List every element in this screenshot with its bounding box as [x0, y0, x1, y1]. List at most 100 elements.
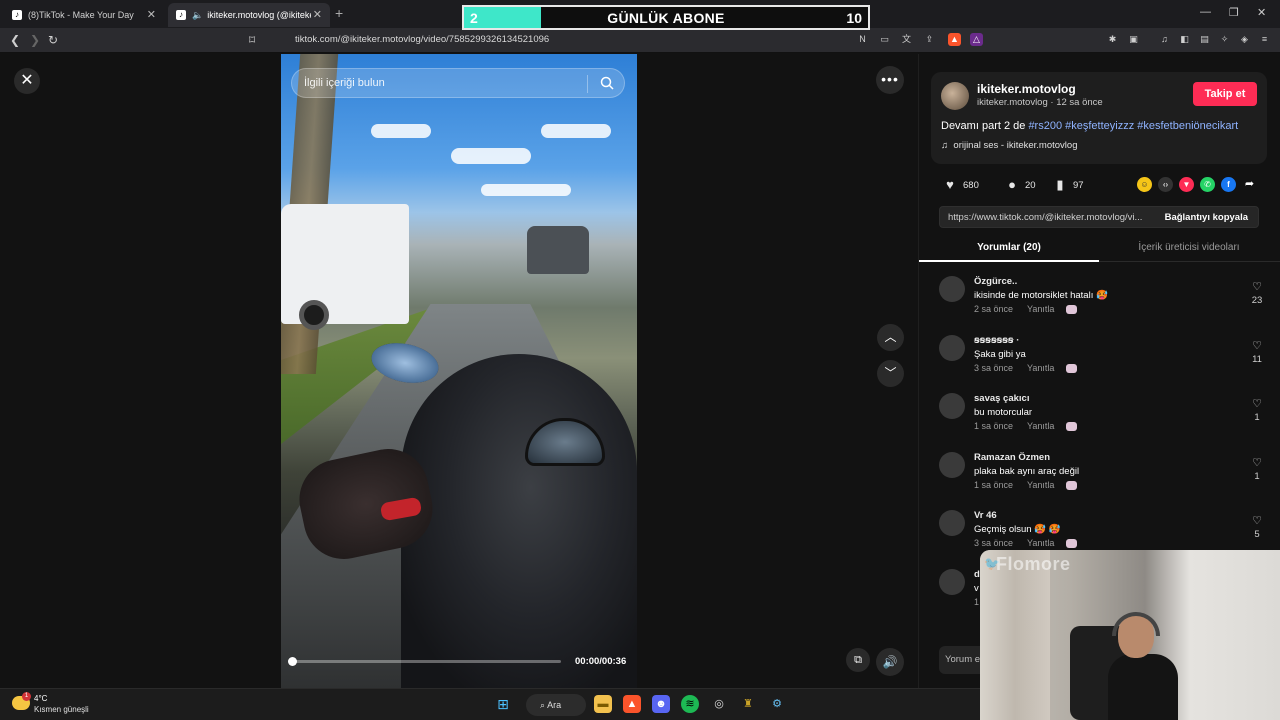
embed-icon[interactable]: ‹›	[1158, 177, 1173, 192]
music-info[interactable]: ♫ orijinal ses - ikiteker.motovlog	[941, 140, 1077, 151]
avatar[interactable]	[939, 393, 965, 419]
picture-in-picture-button[interactable]: ⧉	[846, 648, 870, 672]
author-name[interactable]: ikiteker.motovlog	[977, 82, 1076, 96]
avatar[interactable]	[939, 334, 965, 361]
comment-like-button[interactable]: ♡ 1	[1245, 397, 1269, 423]
avatar[interactable]	[939, 451, 965, 478]
video-progress-bar[interactable]	[288, 657, 561, 666]
game-launcher-icon[interactable]: ♜	[739, 695, 757, 713]
creator-liked-icon	[1066, 539, 1078, 549]
rewards-icon[interactable]: △	[970, 33, 983, 46]
close-icon[interactable]: ✕	[313, 8, 322, 21]
vpn-icon[interactable]: ◈	[1238, 33, 1251, 46]
comment-like-button[interactable]: ♡ 1	[1245, 456, 1269, 482]
heart-icon: ♡	[1252, 339, 1262, 352]
obs-icon[interactable]: ◎	[710, 695, 728, 713]
reply-button[interactable]: Yanıtla	[1027, 421, 1054, 431]
comment-text: Geçmiş olsun 🥵 🥵	[974, 524, 1061, 535]
file-explorer-icon[interactable]: ▬	[594, 695, 612, 713]
reply-button[interactable]: Yanıtla	[1027, 480, 1054, 490]
menu-icon[interactable]: ≡	[1258, 33, 1271, 46]
save-button[interactable]: ▮ 97	[1051, 176, 1083, 194]
brave-browser-icon[interactable]: ▲	[623, 695, 641, 713]
reload-icon[interactable]: ↻	[48, 33, 58, 47]
translate-icon[interactable]: 文	[900, 33, 913, 46]
avatar[interactable]	[941, 82, 969, 110]
weather-widget[interactable]: 1 4°C Kısmen güneşli	[12, 692, 132, 717]
screenshot-icon[interactable]: ▣	[1127, 33, 1140, 46]
browser-tab-tiktok[interactable]: ♪ (8)TikTok - Make Your Day ✕	[4, 3, 164, 27]
comment-like-button[interactable]: ♡ 23	[1245, 280, 1269, 306]
comment-user[interactable]: ꞩꞩꞩꞩꞩꞩꞩ ·	[974, 335, 1019, 346]
comment-text: ikisinde de motorsiklet hatalı 🥵	[974, 290, 1108, 301]
volume-button[interactable]: 🔊	[876, 648, 904, 676]
share-page-icon[interactable]: ⇪	[923, 33, 936, 46]
daily-subscriber-counter: 2 GÜNLÜK ABONE 10	[462, 5, 870, 30]
address-bar[interactable]: tiktok.com/@ikiteker.motovlog/video/7585…	[295, 34, 549, 45]
tab-creator-videos[interactable]: İçerik üreticisi videoları	[1099, 242, 1279, 253]
browser-tab-video[interactable]: ♪ 🔈 ikiteker.motovlog (@ikiteker.moto ✕	[168, 3, 330, 27]
maximize-icon[interactable]: ❐	[1229, 6, 1239, 19]
sidebar-icon[interactable]: ◧	[1178, 33, 1191, 46]
speaker-icon[interactable]: 🔈	[192, 10, 203, 21]
taskbar-search[interactable]: ⌕ Ara	[526, 694, 586, 716]
reply-button[interactable]: Yanıtla	[1027, 304, 1054, 314]
comment-like-count: 1	[1254, 412, 1260, 423]
comment-user[interactable]: savaş çakıcı	[974, 393, 1029, 404]
close-video-button[interactable]: ✕	[14, 68, 40, 94]
search-icon[interactable]	[600, 76, 614, 90]
tab-comments[interactable]: Yorumlar (20)	[919, 242, 1099, 253]
comment-user[interactable]: d	[974, 569, 980, 580]
brave-shield-icon[interactable]: ▲	[948, 33, 961, 46]
comment-like-button[interactable]: ♡ 11	[1245, 339, 1269, 365]
notification-badge: 1	[22, 692, 31, 701]
follow-button[interactable]: Takip et	[1193, 82, 1257, 106]
start-icon[interactable]: ⊞	[494, 695, 512, 713]
comment-like-button[interactable]: ♡ 5	[1245, 514, 1269, 540]
back-icon[interactable]: ❮	[10, 33, 20, 47]
progress-knob[interactable]	[288, 657, 297, 666]
facebook-icon[interactable]: f	[1221, 177, 1236, 192]
avatar[interactable]	[939, 276, 965, 302]
new-tab-icon[interactable]: +	[335, 5, 343, 21]
coin-icon[interactable]: ☺	[1137, 177, 1152, 192]
wallet-icon[interactable]: ▤	[1198, 33, 1211, 46]
like-button[interactable]: ♥ 680	[941, 176, 979, 194]
previous-video-button[interactable]: ︿	[877, 324, 904, 351]
copy-link-button[interactable]: Bağlantıyı kopyala	[1165, 212, 1248, 223]
comment-text: Şaka gibi ya	[974, 348, 1026, 360]
post-description: Devamı part 2 de #rs200 #keşfetteyizzz #…	[941, 120, 1238, 132]
subscriber-goal: 10	[846, 9, 862, 26]
comment-button[interactable]: ● 20	[1003, 176, 1036, 194]
close-icon[interactable]: ✕	[147, 8, 156, 21]
cast-icon[interactable]: ▭	[878, 33, 891, 46]
more-options-button[interactable]: •••	[876, 66, 904, 94]
video-player[interactable]	[281, 54, 637, 688]
engagement-stats: ♥ 680 ● 20 ▮ 97 ☺ ‹› ▼ ✆ f ➦	[941, 176, 1271, 194]
translate-off-icon[interactable]: N	[856, 33, 869, 46]
reply-button[interactable]: Yanıtla	[1027, 538, 1054, 548]
comment-user[interactable]: Ramazan Özmen	[974, 452, 1050, 463]
forward-icon[interactable]: ❯	[30, 33, 40, 47]
whatsapp-icon[interactable]: ✆	[1200, 177, 1215, 192]
comment-user[interactable]: Özgürce..	[974, 276, 1017, 287]
repost-icon[interactable]: ▼	[1179, 177, 1194, 192]
discord-icon[interactable]: ☻	[652, 695, 670, 713]
related-search-input[interactable]: İlgili içeriği bulun	[291, 68, 625, 98]
window-close-icon[interactable]: ✕	[1257, 6, 1266, 19]
extensions-icon[interactable]: ✱	[1106, 33, 1119, 46]
media-icon[interactable]: ♫	[1158, 33, 1171, 46]
comment-like-count: 23	[1251, 295, 1263, 306]
avatar[interactable]	[939, 510, 965, 536]
avatar[interactable]	[939, 568, 965, 595]
hashtags[interactable]: #rs200 #keşfetteyizzz #kesfetbeniönecika…	[1028, 120, 1238, 132]
reply-button[interactable]: Yanıtla	[1027, 363, 1054, 373]
bookmark-icon[interactable]: ⌑	[249, 33, 255, 47]
leo-icon[interactable]: ✧	[1218, 33, 1231, 46]
spotify-icon[interactable]: ≋	[681, 695, 699, 713]
next-video-button[interactable]: ﹀	[877, 360, 904, 387]
steam-icon[interactable]: ⚙	[768, 695, 786, 713]
minimize-icon[interactable]: —	[1200, 6, 1211, 18]
comment-user[interactable]: Vr 46	[974, 510, 997, 521]
share-icon[interactable]: ➦	[1242, 177, 1257, 192]
